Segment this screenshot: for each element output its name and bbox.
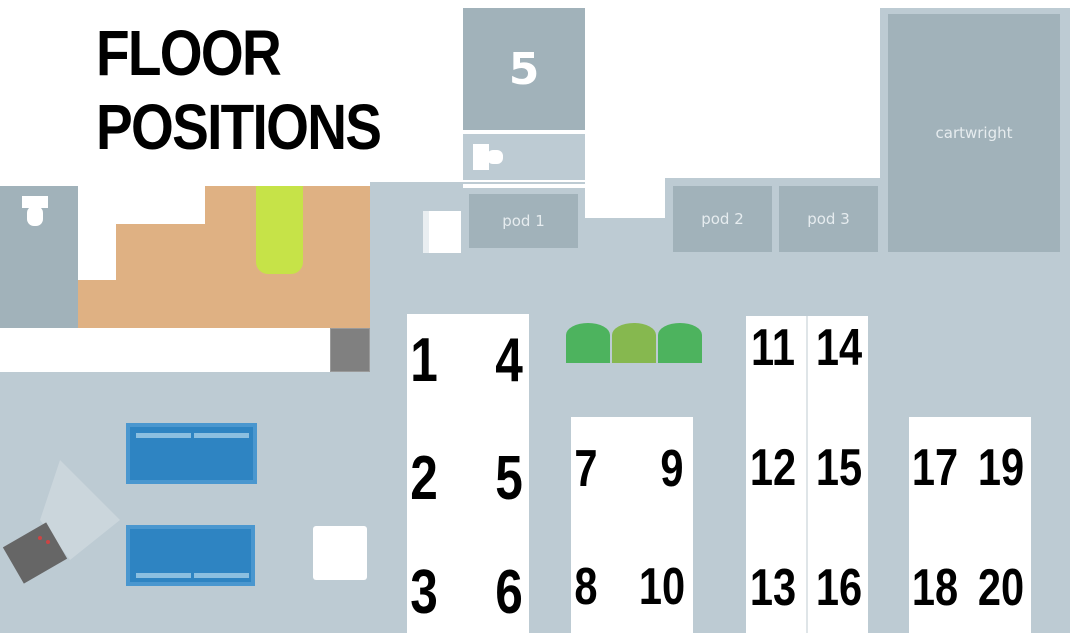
room-5-annex xyxy=(463,134,585,180)
toilet-icon xyxy=(22,196,48,226)
pod-3[interactable]: pod 3 xyxy=(779,186,878,252)
pod-3-label: pod 3 xyxy=(807,210,850,228)
position-3[interactable]: 3 xyxy=(408,562,440,624)
position-11[interactable]: 11 xyxy=(748,322,798,374)
pod-1[interactable]: pod 1 xyxy=(469,194,578,248)
restroom[interactable] xyxy=(0,186,78,328)
position-10[interactable]: 10 xyxy=(635,561,689,613)
position-4[interactable]: 4 xyxy=(493,330,525,392)
desk-block-c-divider xyxy=(806,316,808,633)
position-1[interactable]: 1 xyxy=(408,330,440,392)
projector-icon xyxy=(2,460,120,584)
plant-icon xyxy=(566,323,610,363)
position-5[interactable]: 5 xyxy=(493,448,525,510)
couch-icon xyxy=(126,525,255,586)
floor-plan-map: FLOOR POSITIONS 5 pod 1 pod 2 pod 3 cart… xyxy=(0,0,1070,633)
position-12[interactable]: 12 xyxy=(748,442,798,494)
room-5[interactable]: 5 xyxy=(463,8,585,130)
position-16[interactable]: 16 xyxy=(814,562,864,614)
pod-1-label: pod 1 xyxy=(502,212,545,230)
position-8[interactable]: 8 xyxy=(570,561,602,613)
position-9[interactable]: 9 xyxy=(656,443,688,495)
position-14[interactable]: 14 xyxy=(814,322,864,374)
pod-2-label: pod 2 xyxy=(701,210,744,228)
position-18[interactable]: 18 xyxy=(910,562,960,614)
notch xyxy=(585,182,665,218)
couch-cushion xyxy=(194,433,249,438)
room-5-label: 5 xyxy=(508,43,540,95)
couch-cushion xyxy=(136,573,191,578)
couch-cushion xyxy=(136,433,191,438)
position-2[interactable]: 2 xyxy=(408,448,440,510)
couch-icon xyxy=(126,423,257,484)
table-square xyxy=(423,211,461,253)
room-cartwright[interactable]: cartwright xyxy=(888,14,1060,252)
title-line-2: POSITIONS xyxy=(96,91,382,163)
position-6[interactable]: 6 xyxy=(493,562,525,624)
printer-icon xyxy=(473,144,503,170)
position-20[interactable]: 20 xyxy=(976,562,1026,614)
pod-2[interactable]: pod 2 xyxy=(673,186,772,252)
position-13[interactable]: 13 xyxy=(748,562,798,614)
kitchen-cutout-1 xyxy=(78,186,205,224)
cartwright-label: cartwright xyxy=(935,124,1013,142)
couch-cushion xyxy=(194,573,249,578)
plant-icon xyxy=(658,323,702,363)
kitchen-cutout-2 xyxy=(78,224,116,280)
position-17[interactable]: 17 xyxy=(910,442,960,494)
bin xyxy=(330,328,370,372)
kitchen-counter xyxy=(256,186,303,274)
position-7[interactable]: 7 xyxy=(570,443,602,495)
side-table xyxy=(313,526,367,580)
divider xyxy=(463,184,585,188)
position-15[interactable]: 15 xyxy=(814,442,864,494)
page-title: FLOOR POSITIONS xyxy=(96,16,406,164)
title-line-1: FLOOR xyxy=(96,17,282,89)
position-19[interactable]: 19 xyxy=(976,442,1026,494)
plant-icon xyxy=(612,323,656,363)
